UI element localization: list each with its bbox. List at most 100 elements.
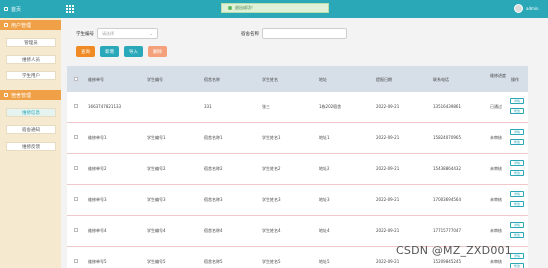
- cell-progress: 已通过: [490, 104, 502, 109]
- sidebar-item-home[interactable]: 首页: [0, 0, 61, 18]
- cell-address: 地址5: [319, 259, 330, 264]
- delete-button[interactable]: 删除: [148, 46, 167, 57]
- add-button[interactable]: 新增: [100, 46, 119, 57]
- delete-button-label: 删除: [153, 49, 162, 55]
- table-header: 维修单号 学生编号 宿舍名称 学生姓名 地址 提报日期 联系电话 维修进度 操作: [67, 66, 528, 92]
- row-checkbox[interactable]: [74, 228, 78, 232]
- detail-button[interactable]: 详情: [510, 253, 524, 259]
- sidebar-item-repair-feedback[interactable]: 维修反馈: [6, 142, 56, 151]
- cell-student-no: 学生编号2: [147, 166, 166, 171]
- cell-address: 地址4: [319, 228, 330, 233]
- cell-progress: 未审核: [490, 135, 502, 140]
- sidebar-item-label: 维修反馈: [22, 144, 40, 150]
- detail-button[interactable]: 详情: [510, 98, 524, 104]
- edit-button[interactable]: 修改: [510, 232, 524, 238]
- table-row[interactable]: 1663747821133 331 张三 1栋202宿舍 2022-09-21 …: [67, 92, 528, 123]
- sidebar-group-label: 宿舍管理: [11, 92, 32, 99]
- avatar[interactable]: [514, 4, 523, 13]
- table-row[interactable]: 维修单号1 学生编号1 宿舍名称1 学生姓名1 地址1 2022-09-21 1…: [67, 123, 528, 154]
- student-no-select[interactable]: 请选择 ⌄: [97, 28, 158, 39]
- row-checkbox[interactable]: [74, 135, 78, 139]
- cell-repair-no: 1663747821133: [88, 104, 122, 109]
- home-icon: [4, 7, 8, 11]
- dorm-name-label: 宿舍名称: [241, 32, 259, 37]
- repair-table: 维修单号 学生编号 宿舍名称 学生姓名 地址 提报日期 联系电话 维修进度 操作…: [67, 66, 528, 268]
- search-button[interactable]: 查询: [76, 46, 95, 57]
- edit-button[interactable]: 修改: [510, 170, 524, 176]
- detail-button[interactable]: 详情: [510, 191, 524, 197]
- sidebar-group-dorm-management[interactable]: 宿舍管理: [0, 90, 61, 100]
- import-button[interactable]: 导入: [124, 46, 143, 57]
- table-row[interactable]: 维修单号4 学生编号4 宿舍名称4 学生姓名4 地址4 2022-09-21 1…: [67, 216, 528, 247]
- cell-date: 2022-09-21: [376, 259, 400, 264]
- cell-student-name: 学生姓名4: [262, 228, 281, 233]
- top-bar: 退出成功！ admin: [0, 0, 548, 18]
- edit-button-label: 修改: [513, 233, 520, 237]
- row-checkbox[interactable]: [74, 166, 78, 170]
- column-header: 地址: [319, 77, 327, 82]
- sidebar-item-student-user[interactable]: 学生用户: [6, 71, 56, 80]
- edit-button-label: 修改: [513, 264, 520, 268]
- detail-button-label: 详情: [513, 192, 520, 196]
- sidebar-item-admin[interactable]: 管理员: [6, 38, 56, 47]
- detail-button-label: 详情: [513, 99, 520, 103]
- cell-dorm-name: 宿舍名称1: [204, 135, 223, 140]
- sidebar-item-repair-info[interactable]: 维修信息: [6, 108, 56, 117]
- cell-dorm-name: 宿舍名称3: [204, 197, 223, 202]
- cell-student-name: 学生姓名3: [262, 197, 281, 202]
- column-header: 学生姓名: [262, 77, 278, 82]
- edit-button-label: 修改: [513, 202, 520, 206]
- sidebar-item-repair-staff[interactable]: 维修人员: [6, 55, 56, 64]
- detail-button[interactable]: 详情: [510, 160, 524, 166]
- sidebar-item-dorm-notice[interactable]: 宿舍通知: [6, 125, 56, 134]
- table-row[interactable]: 维修单号3 学生编号3 宿舍名称3 学生姓名3 地址3 2022-09-21 1…: [67, 185, 528, 216]
- cell-date: 2022-09-21: [376, 197, 400, 202]
- edit-button[interactable]: 修改: [510, 108, 524, 114]
- menu-grid-icon[interactable]: [66, 5, 74, 13]
- cell-dorm-name: 331: [204, 104, 212, 109]
- import-button-label: 导入: [129, 49, 138, 55]
- search-button-label: 查询: [81, 49, 90, 55]
- cell-progress: 未审核: [490, 228, 502, 233]
- username[interactable]: admin: [526, 6, 539, 11]
- detail-button-label: 详情: [513, 161, 520, 165]
- cell-address: 1栋202宿舍: [319, 104, 342, 109]
- row-checkbox[interactable]: [74, 259, 78, 263]
- cell-progress: 未审核: [490, 259, 502, 264]
- table-row[interactable]: 维修单号2 学生编号2 宿舍名称2 学生姓名2 地址2 2022-09-21 1…: [67, 154, 528, 185]
- toast-text: 退出成功！: [235, 5, 255, 10]
- cell-phone: 13516439861: [433, 104, 461, 109]
- edit-button-label: 修改: [513, 109, 520, 113]
- sidebar-item-label: 学生用户: [22, 73, 40, 79]
- cell-student-name: 学生姓名2: [262, 166, 281, 171]
- cell-student-no: 学生编号1: [147, 135, 166, 140]
- sidebar-group-label: 用户管理: [11, 22, 32, 29]
- dorm-name-input[interactable]: [262, 28, 347, 39]
- cell-progress: 未审核: [490, 166, 502, 171]
- column-header: 维修单号: [88, 77, 104, 82]
- cell-address: 地址1: [319, 135, 330, 140]
- cell-student-no: 学生编号4: [147, 228, 166, 233]
- edit-button[interactable]: 修改: [510, 139, 524, 145]
- cell-date: 2022-09-21: [376, 135, 400, 140]
- student-no-label: 学生编号: [76, 32, 94, 37]
- cell-phone: 17003694564: [433, 197, 461, 202]
- edit-button-label: 修改: [513, 140, 520, 144]
- cell-phone: 15824070965: [433, 135, 461, 140]
- success-icon: [228, 6, 232, 10]
- row-checkbox[interactable]: [74, 104, 78, 108]
- sidebar-item-label: 宿舍通知: [22, 127, 40, 133]
- detail-button-label: 详情: [513, 130, 520, 134]
- detail-button[interactable]: 详情: [510, 222, 524, 228]
- column-header: 操作: [511, 77, 519, 82]
- add-button-label: 新增: [105, 49, 114, 55]
- detail-button[interactable]: 详情: [510, 129, 524, 135]
- select-all-checkbox[interactable]: [74, 77, 78, 81]
- edit-button[interactable]: 修改: [510, 263, 524, 268]
- cell-repair-no: 维修单号2: [88, 166, 107, 171]
- column-header: 联系电话: [433, 77, 449, 82]
- column-header: 提报日期: [376, 77, 392, 82]
- edit-button[interactable]: 修改: [510, 201, 524, 207]
- sidebar-group-user-management[interactable]: 用户管理: [0, 20, 61, 30]
- row-checkbox[interactable]: [74, 197, 78, 201]
